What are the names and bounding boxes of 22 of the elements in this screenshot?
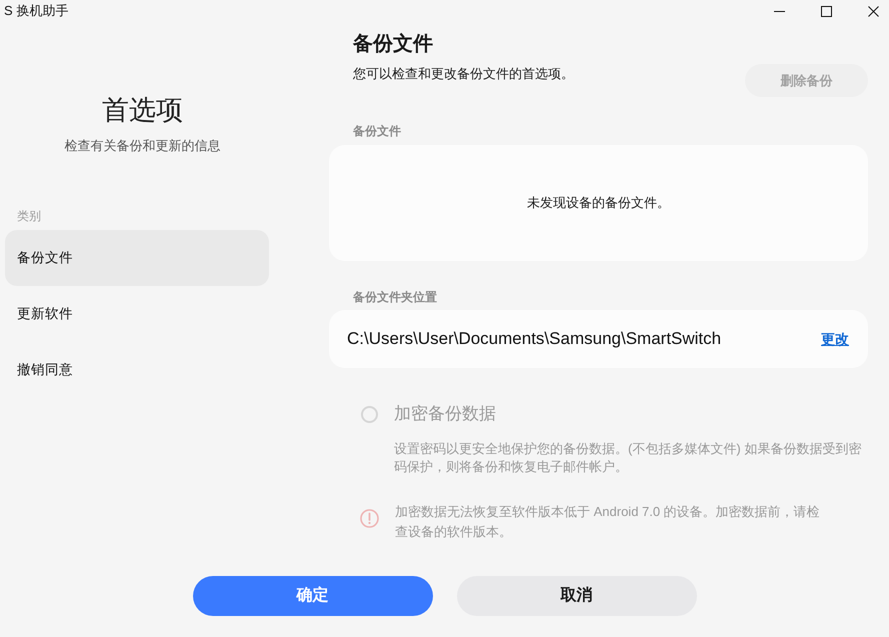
section-label: 备份文件 [353,123,402,140]
sidebar-subtitle: 检查有关备份和更新的信息 [64,137,222,155]
change-link[interactable]: 更改 [821,328,849,350]
cancel-button[interactable]: 取消 [456,576,696,616]
folder-path: C:\Users\User\Documents\Samsung\SmartSwitch [347,328,722,350]
encrypt-description: 设置密码以更安全地保护您的备份数据。(不包括多媒体文件) 如果备份数据受到密码保护，则将备份和恢复电子邮件帐户。 [394,440,862,476]
warning-icon [360,509,379,528]
warning-text: 加密数据无法恢复至软件版本低于 Android 7.0 的设备。加密数据前，请检查设备的软件版本。 [395,503,821,541]
sidebar-item[interactable]: 备份文件 [5,230,269,286]
window-title: S 换机助手 [4,2,68,20]
sidebar-item[interactable]: 撤销同意 [5,342,269,398]
close-icon[interactable] [868,6,878,16]
category-label: 类别 [17,208,42,225]
empty-message: 未发现设备的备份文件。 [527,194,670,212]
sidebar-title: 首选项 [101,94,184,127]
page-description: 您可以检查和更改备份文件的首选项。 [353,65,574,83]
maximize-icon[interactable] [820,6,832,16]
page-title: 备份文件 [353,32,434,57]
section-label: 备份文件夹位置 [353,289,438,306]
confirm-button[interactable]: 确定 [192,576,432,616]
encrypt-label: 加密备份数据 [394,403,496,425]
sidebar-item[interactable]: 更新软件 [5,286,269,342]
